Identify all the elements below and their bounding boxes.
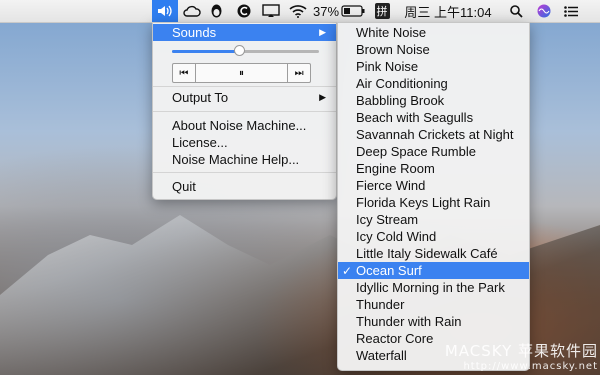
sound-item[interactable]: Little Italy Sidewalk Café xyxy=(338,245,529,262)
battery-icon[interactable] xyxy=(340,0,366,22)
sound-item[interactable]: Florida Keys Light Rain xyxy=(338,194,529,211)
sound-item-label: Pink Noise xyxy=(356,59,419,74)
sound-item-label: White Noise xyxy=(356,25,427,40)
cloud-icon[interactable] xyxy=(181,0,203,22)
sound-item[interactable]: White Noise xyxy=(338,24,529,41)
sound-item-label: Savannah Crickets at Night xyxy=(356,127,514,142)
qq-penguin-icon[interactable] xyxy=(206,0,226,22)
sound-item-label: Babbling Brook xyxy=(356,93,445,108)
sound-item-label: Idyllic Morning in the Park xyxy=(356,280,505,295)
sound-item[interactable]: Savannah Crickets at Night xyxy=(338,126,529,143)
pause-button[interactable]: ⏸ xyxy=(194,64,287,82)
volume-slider-fill xyxy=(172,50,240,53)
next-icon: ⏭ xyxy=(294,67,304,79)
volume-slider[interactable] xyxy=(172,45,319,56)
sound-item[interactable]: Icy Cold Wind xyxy=(338,228,529,245)
menu-separator xyxy=(153,172,336,173)
next-track-button[interactable]: ⏭ xyxy=(287,64,310,82)
battery-percent: 37% xyxy=(312,3,340,19)
siri-icon[interactable] xyxy=(534,0,554,22)
wifi-icon[interactable] xyxy=(287,0,309,22)
menu-item-license[interactable]: License... xyxy=(153,134,336,151)
watermark-url: http://www.macsky.net xyxy=(463,361,598,372)
sound-item-label: Fierce Wind xyxy=(356,178,426,193)
submenu-arrow-icon: ▶ xyxy=(319,27,326,37)
sound-item-label: Beach with Seagulls xyxy=(356,110,474,125)
menu-bar: 37% 拼 周三 上午11:04 xyxy=(0,0,600,23)
search-icon[interactable] xyxy=(506,0,526,22)
volume-slider-knob[interactable] xyxy=(234,45,246,56)
sound-item-label: Icy Cold Wind xyxy=(356,229,437,244)
menu-separator xyxy=(153,86,336,87)
menu-item-output-to[interactable]: Output To ▶ xyxy=(153,89,336,106)
sound-item[interactable]: Beach with Seagulls xyxy=(338,109,529,126)
previous-track-button[interactable]: ⏮ xyxy=(173,64,195,82)
sound-item-label: Engine Room xyxy=(356,161,435,176)
checkmark-icon: ✓ xyxy=(342,263,353,278)
sound-item-label: Florida Keys Light Rain xyxy=(356,195,491,210)
sound-item[interactable]: Thunder xyxy=(338,296,529,313)
speaker-icon[interactable] xyxy=(152,0,178,22)
sound-item-label: Icy Stream xyxy=(356,212,419,227)
noise-machine-menu: Sounds ▶ ⏮ ⏸ ⏭ Output To ▶ About Noise M… xyxy=(152,22,337,200)
menu-item-about[interactable]: About Noise Machine... xyxy=(153,117,336,134)
sound-item[interactable]: Deep Space Rumble xyxy=(338,143,529,160)
sound-item-label: Thunder xyxy=(356,297,405,312)
sound-item[interactable]: Brown Noise xyxy=(338,41,529,58)
input-method-icon[interactable]: 拼 xyxy=(373,0,391,22)
sound-item-label: Ocean Surf xyxy=(356,263,422,278)
sound-item[interactable]: Idyllic Morning in the Park xyxy=(338,279,529,296)
sound-item[interactable]: Icy Stream xyxy=(338,211,529,228)
menu-item-sounds-label: Sounds xyxy=(172,25,217,40)
menu-item-output-to-label: Output To xyxy=(172,90,229,105)
watermark: MACSKY 苹果软件园 http://www.macsky.net xyxy=(418,340,598,372)
menu-item-sounds[interactable]: Sounds ▶ xyxy=(153,24,336,41)
sound-item[interactable]: Babbling Brook xyxy=(338,92,529,109)
sound-item[interactable]: Air Conditioning xyxy=(338,75,529,92)
transport-controls: ⏮ ⏸ ⏭ xyxy=(172,63,311,83)
sounds-submenu: White Noise Brown Noise Pink Noise Air Cond… xyxy=(337,22,530,371)
sound-item-label: Waterfall xyxy=(356,348,407,363)
watermark-title: MACSKY 苹果软件园 xyxy=(444,342,598,360)
sound-item-label: Brown Noise xyxy=(356,42,430,57)
submenu-arrow-icon: ▶ xyxy=(319,92,326,102)
sound-item[interactable]: Thunder with Rain xyxy=(338,313,529,330)
previous-icon: ⏮ xyxy=(179,67,189,79)
menubar-clock[interactable]: 周三 上午11:04 xyxy=(402,0,494,22)
menu-separator xyxy=(153,111,336,112)
sound-item[interactable]: Fierce Wind xyxy=(338,177,529,194)
menu-item-quit[interactable]: Quit xyxy=(153,178,336,195)
sound-item-label: Deep Space Rumble xyxy=(356,144,476,159)
sound-item[interactable]: Pink Noise xyxy=(338,58,529,75)
sound-item-label: Little Italy Sidewalk Café xyxy=(356,246,498,261)
notification-list-icon[interactable] xyxy=(560,0,582,22)
sound-item[interactable]: Engine Room xyxy=(338,160,529,177)
sound-item-label: Thunder with Rain xyxy=(356,314,462,329)
c-app-icon[interactable] xyxy=(234,0,254,22)
sound-item-label: Air Conditioning xyxy=(356,76,448,91)
menu-item-help[interactable]: Noise Machine Help... xyxy=(153,151,336,168)
sound-item[interactable]: ✓ Ocean Surf xyxy=(338,262,529,279)
display-icon[interactable] xyxy=(260,0,282,22)
input-method-label: 拼 xyxy=(374,3,390,19)
pause-icon: ⏸ xyxy=(239,67,244,79)
